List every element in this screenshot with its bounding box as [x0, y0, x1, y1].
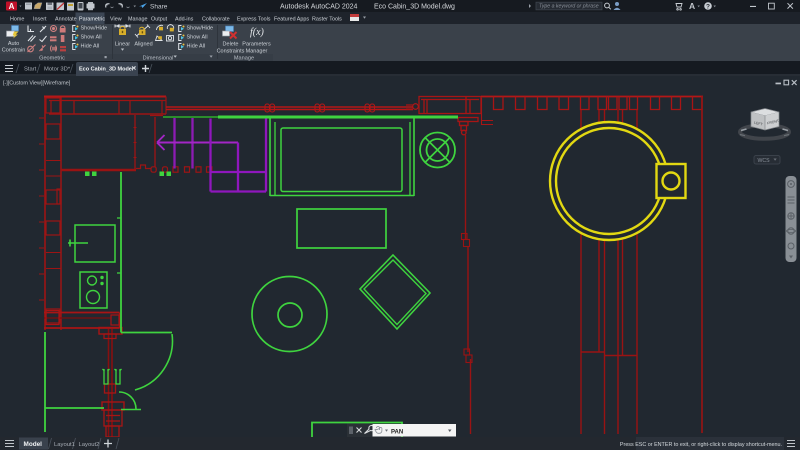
svg-text:Layout2: Layout2: [79, 442, 100, 448]
svg-text:Parameters: Parameters: [242, 42, 271, 48]
svg-text:Show/Hide: Show/Hide: [187, 26, 214, 32]
svg-text:Manager: Manager: [246, 49, 268, 55]
svg-text:Constraints: Constraints: [217, 49, 245, 55]
svg-text:Annotate: Annotate: [55, 17, 77, 23]
svg-text:Auto: Auto: [8, 41, 19, 47]
svg-text:Hide All: Hide All: [187, 44, 206, 50]
svg-text:Motor 3D*: Motor 3D*: [44, 67, 71, 73]
svg-text:View: View: [110, 17, 122, 23]
svg-text:Raster Tools: Raster Tools: [312, 17, 342, 23]
svg-text:Show All: Show All: [81, 35, 102, 41]
svg-text:Start: Start: [24, 67, 37, 73]
svg-text:Add-ins: Add-ins: [175, 17, 194, 23]
svg-text:Featured Apps: Featured Apps: [274, 17, 309, 23]
svg-text:Output: Output: [151, 17, 168, 23]
svg-text:Hide All: Hide All: [81, 44, 100, 50]
svg-text:Express Tools: Express Tools: [237, 17, 271, 23]
svg-text:?: ?: [706, 4, 710, 11]
svg-text:Type a keyword or phrase: Type a keyword or phrase: [539, 4, 599, 10]
svg-text:Linear: Linear: [115, 42, 130, 48]
svg-text:Eco Cabin_3D Model.dwg: Eco Cabin_3D Model.dwg: [374, 3, 455, 10]
svg-text:[-][Custom View][Wireframe]: [-][Custom View][Wireframe]: [3, 80, 71, 86]
svg-text:Manage: Manage: [234, 56, 254, 62]
svg-text:Manage: Manage: [128, 17, 147, 23]
svg-text:Press ESC or ENTER to exit, or: Press ESC or ENTER to exit, or right-cli…: [620, 442, 782, 448]
svg-text:Share: Share: [150, 3, 168, 10]
svg-text:Layout1: Layout1: [54, 442, 75, 448]
svg-text:Eco Cabin_3D Model*: Eco Cabin_3D Model*: [79, 67, 136, 73]
svg-text:Parametric: Parametric: [79, 17, 105, 23]
svg-text:Autodesk AutoCAD 2024: Autodesk AutoCAD 2024: [280, 3, 358, 10]
svg-text:Show All: Show All: [187, 35, 208, 41]
svg-text:PAN: PAN: [391, 429, 403, 435]
svg-text:A: A: [9, 2, 15, 11]
svg-text:WCS: WCS: [758, 158, 771, 164]
svg-text:Constrain: Constrain: [2, 47, 26, 53]
svg-text:Home: Home: [10, 17, 24, 23]
svg-text:A: A: [689, 1, 695, 11]
svg-text:Delete: Delete: [223, 42, 239, 48]
svg-text:Model: Model: [24, 441, 43, 448]
svg-text:Collaborate: Collaborate: [202, 17, 230, 23]
svg-text:Show/Hide: Show/Hide: [81, 26, 108, 32]
svg-text:f(x): f(x): [250, 27, 265, 38]
svg-text:Insert: Insert: [33, 17, 47, 23]
svg-text:Aligned: Aligned: [134, 42, 152, 48]
